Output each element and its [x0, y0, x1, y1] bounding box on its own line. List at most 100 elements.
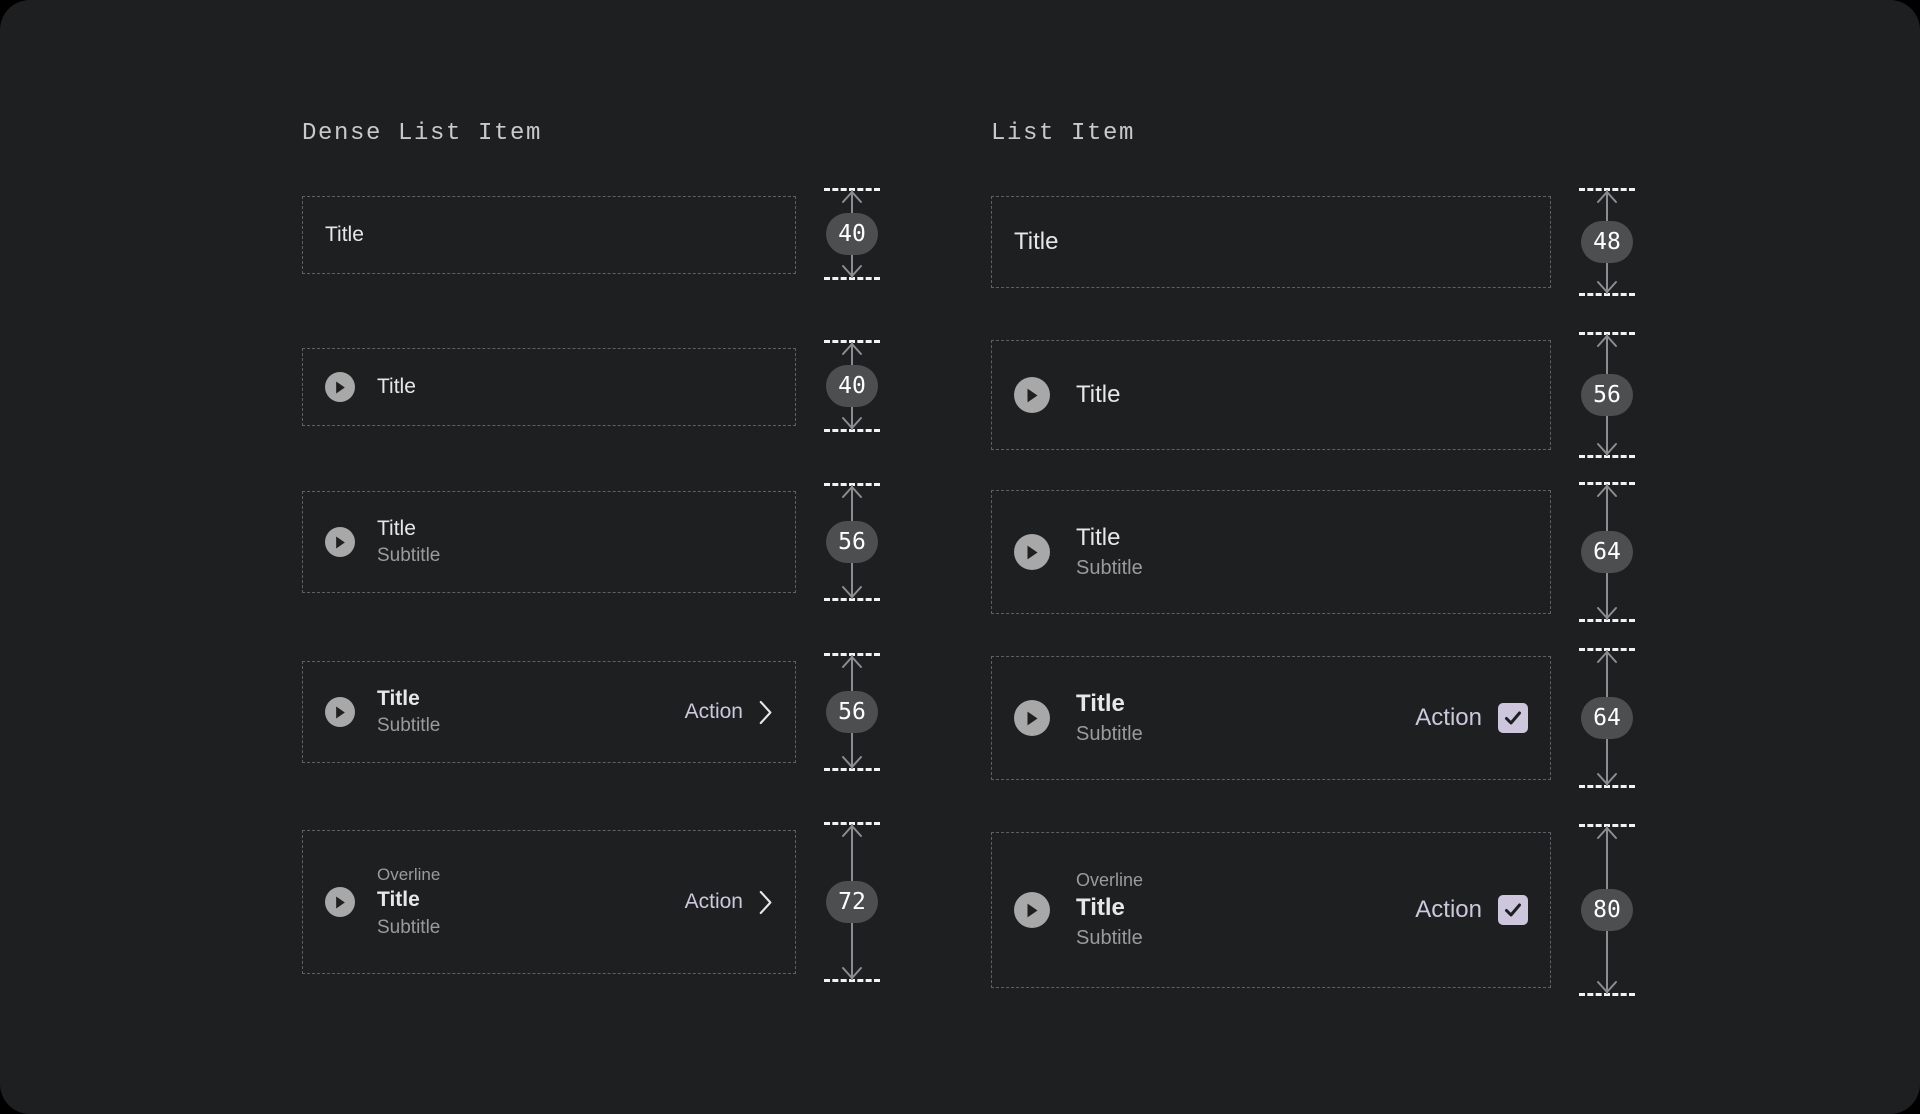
play-circle-icon: [325, 697, 355, 727]
list-item-title: Title: [1076, 690, 1125, 718]
list-item-leading[interactable]: [325, 372, 355, 402]
height-gauge: 72: [824, 822, 880, 982]
list-item-overline: Overline: [377, 864, 441, 884]
height-gauge: 48: [1579, 188, 1635, 296]
list-item-leading[interactable]: [325, 697, 355, 727]
list-item-subtitle: Subtitle: [1076, 926, 1143, 949]
checkbox-checked-icon[interactable]: [1498, 895, 1528, 925]
list-item-title: Title: [325, 222, 364, 246]
checkbox-checked-icon[interactable]: [1498, 703, 1528, 733]
list-item-text-block: Title: [1076, 379, 1528, 411]
list-item-icon-title-subtitle-action[interactable]: Title Subtitle Action: [302, 661, 796, 763]
list-item-title: Title: [1014, 227, 1059, 255]
arrow-down-icon: [1597, 607, 1617, 619]
column-heading: List Item: [991, 120, 1136, 147]
play-circle-icon: [325, 887, 355, 917]
measurement-badge: 72: [826, 881, 878, 923]
chevron-right-icon[interactable]: [759, 700, 773, 725]
list-item-subtitle: Subtitle: [1076, 722, 1143, 745]
list-item-overline: Overline: [1076, 870, 1144, 891]
list-item-leading[interactable]: [325, 887, 355, 917]
list-item-icon-title-subtitle[interactable]: Title Subtitle: [302, 491, 796, 593]
list-item-title: Title: [377, 517, 416, 540]
list-item-text-block: Title: [1014, 226, 1528, 258]
measurement-badge: 56: [826, 691, 878, 733]
list-item-icon-overline-title-subtitle-action[interactable]: Overline Title Subtitle Action: [991, 832, 1551, 988]
play-circle-icon: [325, 372, 355, 402]
list-item-text-block: Overline Title Subtitle: [1076, 868, 1415, 952]
list-item-trailing[interactable]: Action: [685, 700, 773, 725]
measurement-badge: 64: [1581, 531, 1633, 573]
list-item-trailing[interactable]: Action: [1415, 703, 1528, 733]
list-item-title: Title: [1076, 380, 1121, 408]
height-gauge: 40: [824, 340, 880, 432]
arrow-down-icon: [1597, 443, 1617, 455]
list-item-title: Title: [1076, 894, 1125, 922]
play-circle-icon: [1014, 534, 1050, 570]
measurement-badge: 40: [826, 213, 878, 255]
list-item-text-block: Title: [377, 373, 773, 401]
height-gauge: 64: [1579, 648, 1635, 788]
list-item-title: Title: [1076, 524, 1121, 552]
list-item-icon-title[interactable]: Title: [991, 340, 1551, 450]
play-circle-icon: [1014, 892, 1050, 928]
action-label[interactable]: Action: [1415, 704, 1482, 732]
action-label[interactable]: Action: [685, 890, 743, 914]
play-circle-icon: [325, 527, 355, 557]
list-item-leading[interactable]: [1014, 377, 1050, 413]
list-item-icon-title[interactable]: Title: [302, 348, 796, 426]
arrow-up-icon: [1597, 485, 1617, 497]
arrow-up-icon: [842, 656, 862, 668]
spec-columns: Dense List Item Title 40 Title 40 Title Subtit…: [0, 0, 1920, 1114]
list-item-text-block: Overline Title Subtitle: [377, 864, 685, 941]
arrow-up-icon: [1597, 335, 1617, 347]
chevron-right-icon[interactable]: [759, 890, 773, 915]
list-item-leading[interactable]: [1014, 892, 1050, 928]
measurement-badge: 80: [1581, 889, 1633, 931]
action-label[interactable]: Action: [685, 700, 743, 724]
arrow-up-icon: [1597, 651, 1617, 663]
arrow-up-icon: [842, 191, 862, 203]
list-item-leading[interactable]: [1014, 534, 1050, 570]
list-item-title-only[interactable]: Title: [991, 196, 1551, 288]
list-item-subtitle: Subtitle: [377, 545, 441, 567]
action-label[interactable]: Action: [1415, 896, 1482, 924]
arrow-down-icon: [1597, 281, 1617, 293]
list-item-text-block: Title Subtitle: [377, 515, 773, 569]
height-gauge: 56: [1579, 332, 1635, 458]
height-gauge: 56: [824, 653, 880, 771]
list-item-text-block: Title: [325, 221, 773, 249]
spec-canvas: Dense List Item Title 40 Title 40 Title Subtit…: [0, 0, 1920, 1114]
measurement-badge: 64: [1581, 697, 1633, 739]
arrow-up-icon: [1597, 827, 1617, 839]
arrow-up-icon: [842, 825, 862, 837]
list-item-leading[interactable]: [325, 527, 355, 557]
play-circle-icon: [1014, 700, 1050, 736]
play-circle-icon: [1014, 377, 1050, 413]
measurement-badge: 56: [1581, 374, 1633, 416]
arrow-up-icon: [842, 343, 862, 355]
list-item-icon-title-subtitle-action[interactable]: Title Subtitle Action: [991, 656, 1551, 780]
arrow-down-icon: [842, 756, 862, 768]
list-item-title: Title: [377, 687, 420, 710]
list-item-subtitle: Subtitle: [1076, 556, 1143, 579]
arrow-down-icon: [842, 967, 862, 979]
list-item-icon-title-subtitle[interactable]: Title Subtitle: [991, 490, 1551, 614]
list-item-text-block: Title Subtitle: [1076, 522, 1528, 581]
list-item-text-block: Title Subtitle: [377, 685, 685, 739]
list-item-title: Title: [377, 888, 420, 912]
height-gauge: 40: [824, 188, 880, 280]
list-item-title-only[interactable]: Title: [302, 196, 796, 274]
list-item-leading[interactable]: [1014, 700, 1050, 736]
list-item-icon-overline-title-subtitle-action[interactable]: Overline Title Subtitle Action: [302, 830, 796, 974]
list-item-trailing[interactable]: Action: [1415, 895, 1528, 925]
list-item-subtitle: Subtitle: [377, 916, 441, 938]
arrow-down-icon: [842, 586, 862, 598]
arrow-down-icon: [842, 417, 862, 429]
column-heading: Dense List Item: [302, 120, 543, 147]
list-item-trailing[interactable]: Action: [685, 890, 773, 915]
list-item-text-block: Title Subtitle: [1076, 688, 1415, 747]
measurement-badge: 40: [826, 365, 878, 407]
arrow-down-icon: [842, 265, 862, 277]
arrow-up-icon: [842, 486, 862, 498]
